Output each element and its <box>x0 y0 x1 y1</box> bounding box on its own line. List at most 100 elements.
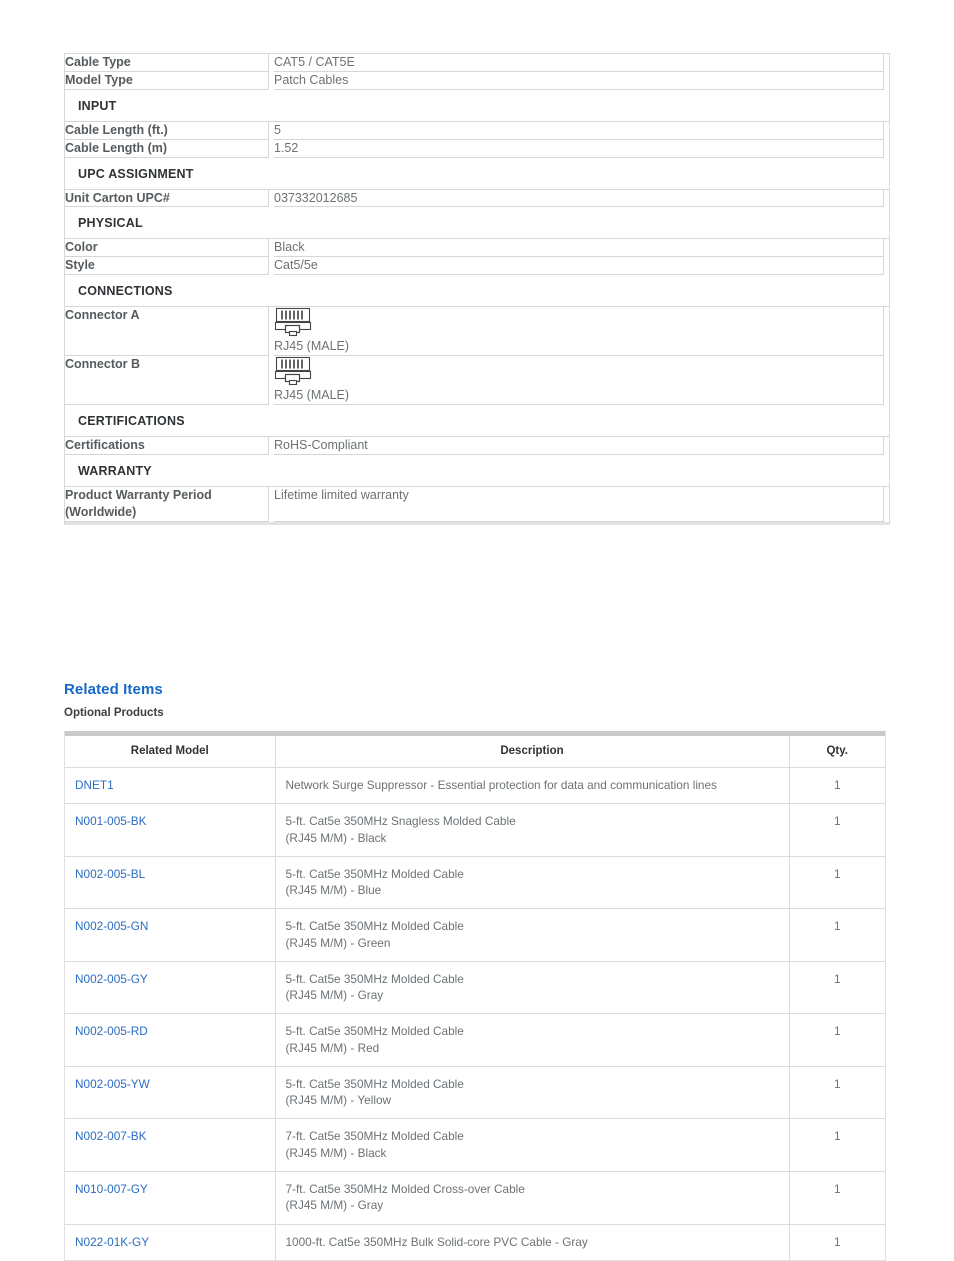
description-line-2: (RJ45 M/M) - Gray <box>285 988 384 1003</box>
spec-value: 1.52 <box>274 139 884 158</box>
spec-label: Connector B <box>65 355 269 405</box>
row-end-gap <box>883 139 889 157</box>
column-header-qty: Qty. <box>789 736 885 768</box>
description-line-1: 5-ft. Cat5e 350MHz Molded Cable <box>285 1076 464 1091</box>
related-model-link[interactable]: N022-01K-GY <box>75 1235 149 1249</box>
row-end-gap <box>883 189 889 207</box>
table-row: N010-007-GY 7-ft. Cat5e 350MHz Molded Cro… <box>65 1171 885 1225</box>
specifications-table: Cable Type CAT5 / CAT5E Model Type Patch Ca… <box>65 54 889 522</box>
related-qty-cell: 1 <box>789 908 885 962</box>
spec-row: Unit Carton UPC# 037332012685 <box>65 189 889 208</box>
table-row: N002-005-BL 5-ft. Cat5e 350MHz Molded Cab… <box>65 856 885 910</box>
table-header-row: Related Model Description Qty. <box>65 736 885 768</box>
spec-section-label: CERTIFICATIONS <box>65 404 889 437</box>
table-row: DNET1 Network Surge Suppressor - Essentia… <box>65 767 885 805</box>
row-end-gap <box>883 356 889 405</box>
related-description-cell: 7-ft. Cat5e 350MHz Molded Cross-over Cab… <box>275 1171 790 1225</box>
spec-section-label: INPUT <box>65 89 889 122</box>
table-row: N022-01K-GY 1000-ft. Cat5e 350MHz Bulk So… <box>65 1224 885 1260</box>
related-model-cell: N001-005-BK <box>65 803 276 857</box>
spec-label-line1: Product Warranty Period <box>65 487 212 502</box>
related-model-link[interactable]: N002-005-YW <box>75 1077 150 1091</box>
description-line-1: 7-ft. Cat5e 350MHz Molded Cable <box>285 1129 464 1144</box>
related-model-cell: N002-005-YW <box>65 1066 276 1120</box>
rj45-connector-icon <box>274 356 312 386</box>
spec-label: Connector A <box>65 306 269 356</box>
description-line-2: (RJ45 M/M) - Red <box>285 1040 380 1055</box>
spec-label: Style <box>65 256 269 276</box>
spec-label: Certifications <box>65 436 269 455</box>
spec-section-header-row: CERTIFICATIONS <box>65 404 889 437</box>
description-line-1: 7-ft. Cat5e 350MHz Molded Cross-over Cab… <box>285 1181 525 1196</box>
spec-section-header-row: UPC ASSIGNMENT <box>65 157 889 190</box>
rj45-connector-icon <box>274 308 312 337</box>
spec-label: Cable Length (ft.) <box>65 121 269 140</box>
connector-caption: RJ45 (MALE) <box>274 339 350 354</box>
related-model-link[interactable]: N002-005-GY <box>75 972 148 986</box>
spec-label: Unit Carton UPC# <box>65 189 269 208</box>
spec-label: Cable Type <box>65 54 269 72</box>
related-description-cell: Network Surge Suppressor - Essential pro… <box>275 767 790 805</box>
spec-label: Product Warranty Period (Worldwide) <box>65 486 269 522</box>
related-qty-cell: 1 <box>789 1013 885 1067</box>
related-model-link[interactable]: N002-005-RD <box>75 1024 148 1038</box>
spec-row: Connector B RJ45 (MALE) <box>65 355 889 405</box>
spec-section-label: UPC ASSIGNMENT <box>65 157 889 190</box>
related-model-link[interactable]: DNET1 <box>75 778 114 792</box>
related-model-link[interactable]: N002-007-BK <box>75 1129 146 1143</box>
row-end-gap <box>883 54 889 71</box>
description-line-2: (RJ45 M/M) - Blue <box>285 883 382 898</box>
spec-label: Cable Length (m) <box>65 139 269 158</box>
spec-row: Cable Length (m) 1.52 <box>65 139 889 158</box>
related-qty-cell: 1 <box>833 1234 841 1249</box>
description-line-1: 5-ft. Cat5e 350MHz Molded Cable <box>285 919 464 934</box>
spec-section-header-row: CONNECTIONS <box>65 274 889 308</box>
related-model-cell: DNET1 <box>65 767 276 805</box>
related-model-cell: N002-005-RD <box>65 1013 276 1067</box>
related-description-cell: 1000-ft. Cat5e 350MHz Bulk Solid-core PV… <box>275 1224 790 1260</box>
connector-caption: RJ45 (MALE) <box>274 388 350 402</box>
description-line-2: (RJ45 M/M) - Black <box>285 1145 387 1160</box>
spec-value: Patch Cables <box>274 71 884 90</box>
related-qty-cell: 1 <box>789 1118 885 1172</box>
description-line-2: (RJ45 M/M) - Green <box>285 935 391 950</box>
table-row: N002-007-BK 7-ft. Cat5e 350MHz Molded Cab… <box>65 1118 885 1172</box>
related-model-link[interactable]: N002-005-GN <box>75 919 148 933</box>
related-description-cell: 7-ft. Cat5e 350MHz Molded Cable (RJ45 M/M… <box>275 1118 790 1172</box>
table-row: N002-005-GN 5-ft. Cat5e 350MHz Molded Cab… <box>65 908 885 962</box>
spec-row: Product Warranty Period (Worldwide) Lifeti… <box>65 486 889 522</box>
row-end-gap <box>883 486 889 521</box>
spec-row: Certifications RoHS-Compliant <box>65 436 889 455</box>
related-description-cell: 5-ft. Cat5e 350MHz Molded Cable (RJ45 M/M… <box>275 961 790 1015</box>
related-model-cell: N002-007-BK <box>65 1118 276 1172</box>
related-qty-cell: 1 <box>789 1066 885 1120</box>
spec-row: Model Type Patch Cables <box>65 71 889 90</box>
spec-value: 037332012685 <box>274 189 884 208</box>
related-model-link[interactable]: N002-005-BL <box>75 867 145 881</box>
description-line-1: Network Surge Suppressor - Essential pro… <box>285 778 717 792</box>
spec-section-header-row: INPUT <box>65 89 889 122</box>
related-model-cell: N002-005-GY <box>65 961 276 1015</box>
related-description-cell: 5-ft. Cat5e 350MHz Molded Cable (RJ45 M/M… <box>275 856 790 910</box>
spec-row: Cable Type CAT5 / CAT5E <box>65 54 889 72</box>
related-qty-cell: 1 <box>789 767 885 805</box>
related-description-cell: 5-ft. Cat5e 350MHz Molded Cable (RJ45 M/M… <box>275 1013 790 1067</box>
spec-row: Style Cat5/5e <box>65 256 889 276</box>
related-qty-cell: 1 <box>789 856 885 910</box>
spec-value: Black <box>274 238 884 258</box>
spec-row: Connector A RJ45 (MALE) <box>65 306 889 356</box>
related-description-cell: 5-ft. Cat5e 350MHz Molded Cable (RJ45 M/M… <box>275 908 790 962</box>
related-model-link[interactable]: N001-005-BK <box>75 814 146 828</box>
spec-value: RoHS-Compliant <box>274 436 884 455</box>
row-end-gap <box>883 121 889 139</box>
row-end-gap <box>883 71 889 89</box>
related-model-link[interactable]: N010-007-GY <box>75 1182 148 1196</box>
related-model-cell: N002-005-BL <box>65 856 276 910</box>
spec-label-line2: (Worldwide) <box>65 504 137 519</box>
row-end-gap <box>883 307 889 356</box>
spec-section-label: PHYSICAL <box>65 206 889 240</box>
related-qty-cell: 1 <box>789 803 885 857</box>
spec-value: 5 <box>274 121 884 140</box>
column-header-description: Description <box>275 736 790 768</box>
row-end-gap <box>883 239 889 257</box>
